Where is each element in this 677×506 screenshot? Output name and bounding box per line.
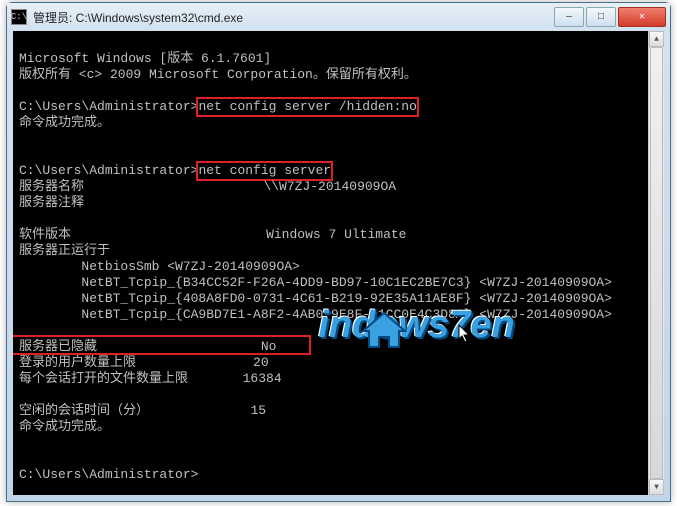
server-name-label: 服务器名称 [19, 179, 84, 194]
cmd-icon: C:\ [11, 9, 27, 25]
scroll-down-button[interactable]: ▼ [649, 479, 664, 495]
highlighted-command-2: net config server [198, 163, 331, 179]
software-version-label: 软件版本 [19, 227, 71, 242]
close-button[interactable]: ✕ [618, 7, 666, 27]
max-files-label: 每个会话打开的文件数量上限 [19, 371, 188, 386]
netbt-line: NetBT_Tcpip_{CA9BD7E1-A8F2-4AB0-9E8F-51C… [19, 307, 612, 322]
copyright-line: 版权所有 <c> 2009 Microsoft Corporation。保留所有… [19, 67, 417, 82]
window-title: 管理员: C:\Windows\system32\cmd.exe [33, 9, 554, 26]
server-running-label: 服务器正运行于 [19, 243, 110, 258]
prompt: C:\Users\Administrator> [19, 467, 198, 482]
highlighted-command-1: net config server /hidden:no [198, 99, 416, 115]
idle-time-label: 空闲的会话时间（分） [19, 403, 149, 418]
highlight-box-hidden-row [13, 335, 311, 355]
max-files-value: 16384 [243, 371, 282, 386]
success-message: 命令成功完成。 [19, 419, 110, 434]
terminal-output[interactable]: Microsoft Windows [版本 6.1.7601] 版权所有 <c>… [13, 31, 664, 495]
scrollbar-track[interactable] [649, 47, 664, 479]
scrollbar-thumb[interactable] [650, 47, 663, 479]
titlebar[interactable]: C:\ 管理员: C:\Windows\system32\cmd.exe — □… [7, 3, 670, 31]
netbios-line: NetbiosSmb <W7ZJ-20140909OA> [19, 259, 300, 274]
software-version-value: Windows 7 Ultimate [266, 227, 406, 242]
prompt: C:\Users\Administrator> [19, 99, 198, 114]
netbt-line: NetBT_Tcpip_{408A8FD0-0731-4C61-B219-92E… [19, 291, 612, 306]
success-message: 命令成功完成。 [19, 115, 110, 130]
scroll-up-button[interactable]: ▲ [649, 31, 664, 47]
max-users-value: 20 [253, 355, 269, 370]
maximize-button[interactable]: □ [586, 7, 616, 27]
netbt-line: NetBT_Tcpip_{B34CC52F-F26A-4DD9-BD97-10C… [19, 275, 612, 290]
version-line: Microsoft Windows [版本 6.1.7601] [19, 51, 271, 66]
server-comment-label: 服务器注释 [19, 195, 84, 210]
max-users-label: 登录的用户数量上限 [19, 355, 136, 370]
cmd-window: C:\ 管理员: C:\Windows\system32\cmd.exe — □… [6, 2, 671, 502]
prompt: C:\Users\Administrator> [19, 163, 198, 178]
vertical-scrollbar[interactable]: ▲ ▼ [648, 31, 664, 495]
minimize-button[interactable]: — [554, 7, 584, 27]
server-name-value: \\W7ZJ-20140909OA [263, 179, 396, 194]
idle-time-value: 15 [250, 403, 266, 418]
